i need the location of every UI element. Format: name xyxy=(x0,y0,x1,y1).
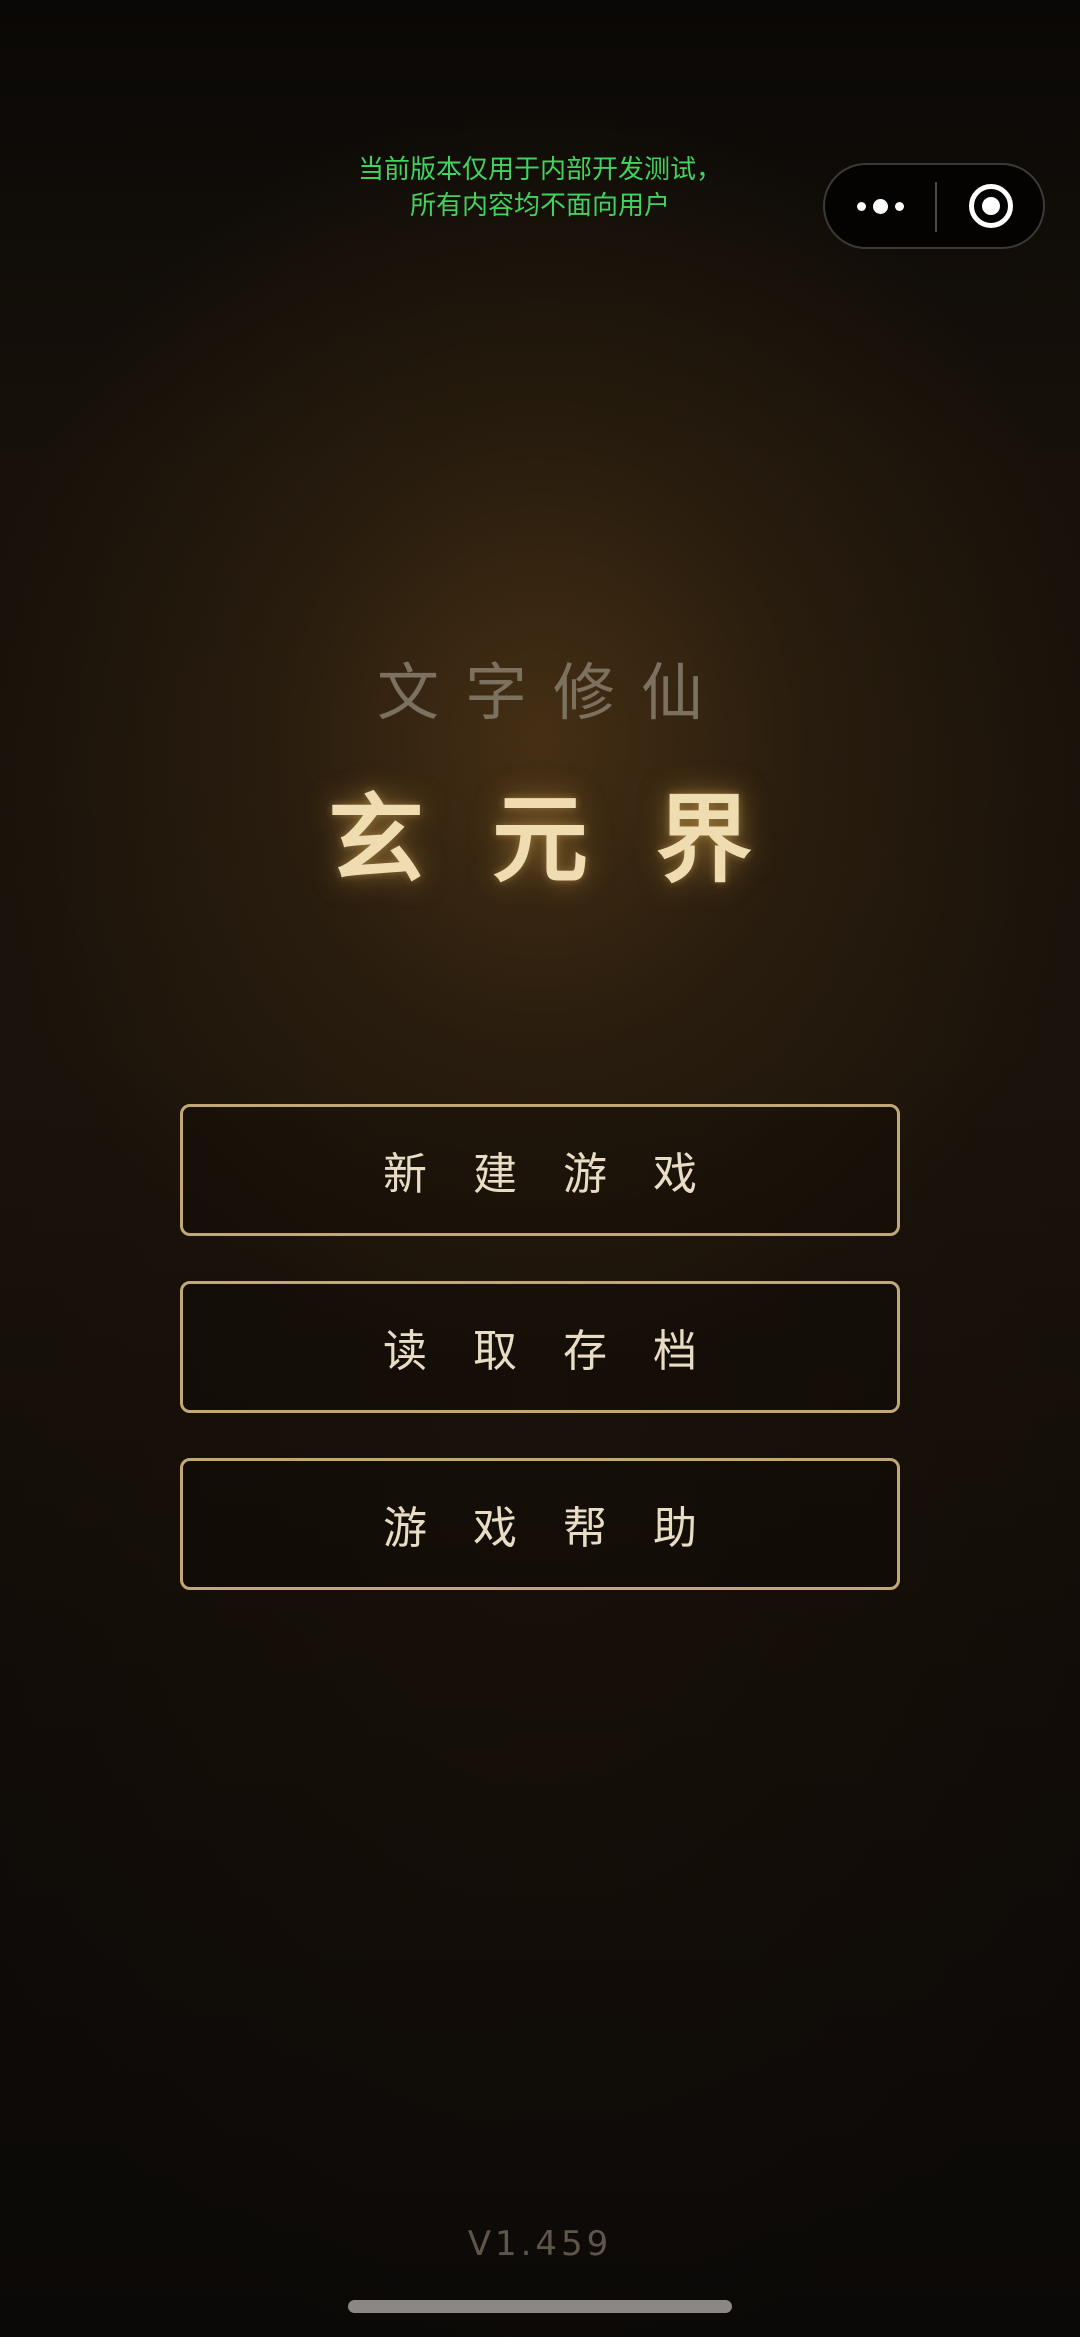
exit-button[interactable] xyxy=(937,165,1045,247)
more-dots-icon xyxy=(856,201,866,211)
more-dots-icon-center xyxy=(872,198,888,214)
dev-notice-line-1: 当前版本仅用于内部开发测试， xyxy=(357,155,722,185)
version-label: V1.459 xyxy=(467,2224,613,2264)
target-circle-core xyxy=(982,197,1000,215)
load-save-button[interactable]: 读取存档 xyxy=(180,1281,900,1413)
dev-notice: 当前版本仅用于内部开发测试， 所有内容均不面向用户 xyxy=(280,152,800,224)
new-game-button[interactable]: 新建游戏 xyxy=(180,1104,900,1236)
home-indicator[interactable] xyxy=(348,2300,732,2313)
miniprogram-capsule xyxy=(823,163,1045,249)
game-help-label: 游戏帮助 xyxy=(383,1503,743,1554)
more-dots-icon-right xyxy=(894,201,904,211)
new-game-label: 新建游戏 xyxy=(383,1149,743,1200)
game-title: 玄元界 xyxy=(328,784,820,896)
dev-notice-line-2: 所有内容均不面向用户 xyxy=(409,191,670,221)
more-button[interactable] xyxy=(825,165,935,247)
load-save-label: 读取存档 xyxy=(383,1326,743,1377)
target-circle-icon xyxy=(969,184,1013,228)
game-help-button[interactable]: 游戏帮助 xyxy=(180,1458,900,1590)
game-subtitle: 文字修仙 xyxy=(376,656,729,729)
